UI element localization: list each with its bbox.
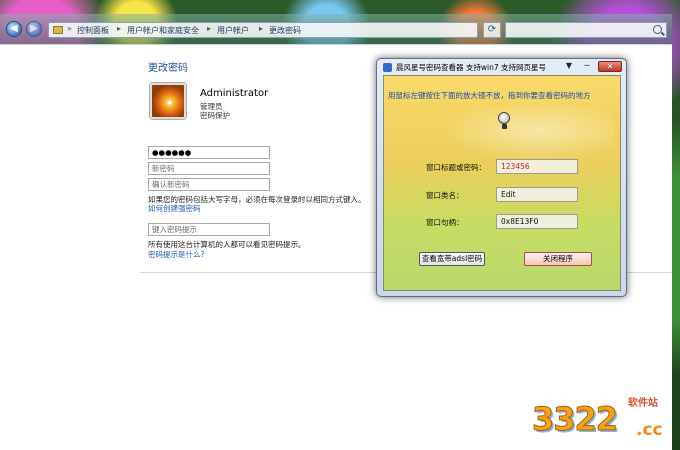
search-input[interactable] [505,22,667,38]
field-value-handle[interactable]: 0x8E13F0 [496,214,578,229]
user-name: Administrator [200,88,269,99]
field-value-title[interactable]: 123456 [496,159,578,174]
current-password-field[interactable]: ●●●●●● [148,146,270,159]
watermark-tag: 软件站 [628,398,658,409]
close-program-button[interactable]: 关闭程序 [524,252,592,266]
navigation-bar: ◀ ▶ » 控制面板 ▸ 用户帐户和家庭安全 ▸ 用户帐户 ▸ 更改密码 ⟳ [0,14,672,44]
watermark-digits: 3322 [531,400,618,439]
password-hint-field[interactable]: 键入密码提示 [148,223,270,236]
confirm-password-field[interactable]: 确认新密码 [148,178,270,191]
breadcrumb-separator[interactable]: ▸ [207,24,211,33]
breadcrumb-change-password[interactable]: 更改密码 [269,25,301,36]
refresh-icon[interactable]: ⟳ [483,22,501,38]
address-bar[interactable]: » 控制面板 ▸ 用户帐户和家庭安全 ▸ 用户帐户 ▸ 更改密码 [48,22,478,38]
tool-window-title: 晨风星号密码查看器 支持win7 支持网页星号 [396,63,547,72]
breadcrumb-separator[interactable]: ▸ [117,24,121,33]
back-arrow-icon[interactable]: ◀ [6,21,22,37]
minimize-button[interactable]: ─ [580,61,594,72]
hint-help-link[interactable]: 密码提示是什么? [148,249,204,260]
user-protection-status: 密码保护 [200,111,230,120]
search-icon [653,25,662,34]
tool-body: 用鼠标左键按住下面的放大镜不放，拖到你要查看密码的地方 窗口标题或密码： 123… [383,75,621,291]
view-adsl-password-button[interactable]: 查看宽带adsl密码 [419,252,485,266]
close-window-button[interactable]: ✕ [598,61,622,72]
forward-arrow-icon[interactable]: ▶ [26,21,42,37]
user-avatar [150,83,186,119]
magnifier-icon[interactable] [498,112,510,129]
tool-hint-text: 用鼠标左键按住下面的放大镜不放，拖到你要查看密码的地方 [388,91,591,100]
app-icon [383,63,392,72]
field-label-title: 窗口标题或密码： [426,163,486,172]
field-value-class[interactable]: Edit [496,187,578,202]
breadcrumb-family-safety[interactable]: 用户帐户和家庭安全 [127,25,199,36]
new-password-field[interactable]: 新密码 [148,162,270,175]
field-label-handle: 窗口句柄： [426,218,464,227]
page-title: 更改密码 [148,63,188,74]
breadcrumb-control-panel[interactable]: 控制面板 [77,25,109,36]
menu-dropdown-icon[interactable]: ▼ [562,61,576,72]
breadcrumb-separator[interactable]: ▸ [259,24,263,33]
folder-icon [53,26,63,34]
strong-password-link[interactable]: 如何创建强密码 [148,203,201,214]
site-watermark: 3322 软件站 .cc [531,392,680,450]
field-label-class: 窗口类名： [426,191,464,200]
password-viewer-window: 晨风星号密码查看器 支持win7 支持网页星号 ▼ ─ ✕ 用鼠标左键按住下面的… [376,58,627,297]
watermark-domain: .cc [636,420,663,440]
breadcrumb-separator[interactable]: » [67,24,72,33]
breadcrumb-user-accounts[interactable]: 用户帐户 [217,25,249,36]
